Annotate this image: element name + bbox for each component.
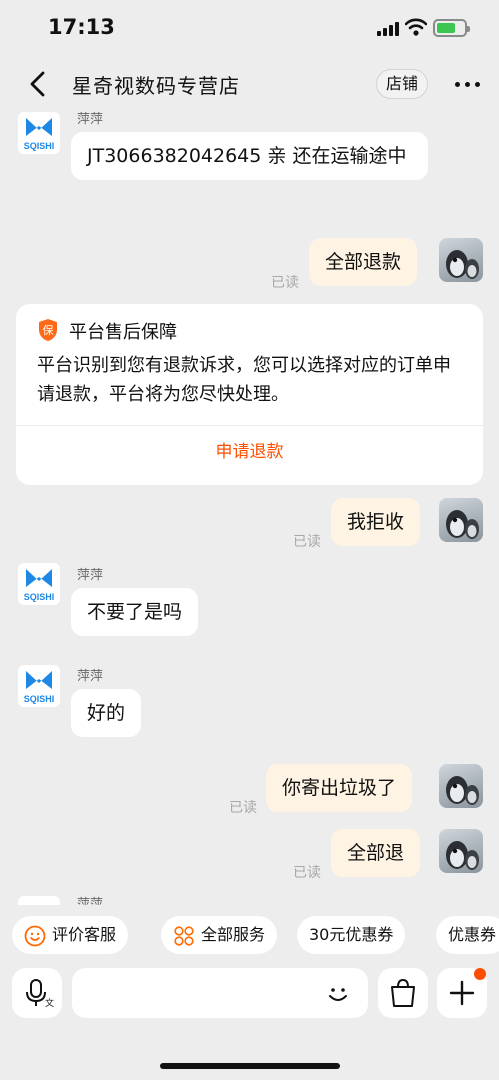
status-time: 17:13 [48, 15, 115, 39]
message-bubble[interactable]: 全部退 [331, 829, 421, 877]
message-bubble[interactable]: 不要了是吗 [71, 588, 199, 636]
message-bubble[interactable]: 你寄出垃圾了 [266, 764, 413, 812]
divider [16, 425, 483, 426]
message-bubble[interactable]: 全部退款 [309, 238, 418, 286]
smile-icon [24, 925, 46, 946]
microphone-icon: 文 [26, 979, 54, 1009]
penguin-avatar-icon [446, 776, 479, 805]
back-icon[interactable] [26, 70, 50, 98]
svg-text:SQISHI: SQISHI [24, 141, 55, 151]
shop-avatar[interactable] [18, 896, 60, 905]
sender-name: 萍萍 [77, 897, 104, 905]
svg-text:保: 保 [43, 323, 54, 337]
shop-avatar[interactable]: SQISHI [18, 665, 60, 707]
nav-bar: 星奇视数码专营店 店铺 [0, 56, 499, 112]
user-avatar[interactable] [439, 238, 483, 282]
card-body: 平台识别到您有退款诉求，您可以选择对应的订单申请退款，平台将为您尽快处理。 [37, 355, 451, 405]
user-avatar[interactable] [439, 829, 483, 873]
coupon-chip[interactable]: 优惠券 [436, 916, 499, 954]
message-bubble[interactable]: JT3066382042645 亲 还在运输途中 [71, 132, 428, 180]
sender-name: 萍萍 [77, 112, 104, 127]
notification-dot [474, 968, 486, 980]
voice-button[interactable]: 文 [12, 968, 62, 1018]
order-button[interactable] [378, 968, 428, 1018]
shop-logo-icon: SQISHI [24, 671, 55, 704]
services-icon [174, 925, 194, 946]
card-title: 平台售后保障 [69, 322, 177, 343]
chip-label: 全部服务 [201, 925, 266, 944]
penguin-avatar-icon [446, 510, 479, 539]
read-status: 已读 [229, 800, 257, 816]
shopping-bag-icon [391, 978, 415, 1007]
user-avatar[interactable] [439, 764, 483, 808]
emoji-icon[interactable] [324, 980, 352, 1008]
read-status: 已读 [293, 534, 321, 550]
sender-name: 萍萍 [77, 568, 104, 583]
shop-avatar[interactable]: SQISHI [18, 112, 60, 154]
shop-logo-icon: SQISHI [24, 569, 55, 602]
svg-text:SQISHI: SQISHI [24, 592, 55, 602]
message-bubble[interactable]: 我拒收 [331, 498, 421, 546]
all-services-chip[interactable]: 全部服务 [161, 916, 278, 954]
svg-text:SQISHI: SQISHI [24, 694, 55, 704]
chip-label: 评价客服 [52, 925, 117, 944]
svg-text:文: 文 [45, 997, 54, 1009]
penguin-avatar-icon [446, 841, 479, 870]
read-status: 已读 [293, 865, 321, 881]
wifi-icon [405, 18, 427, 36]
quick-actions-bar: 评价客服 全部服务 30元优惠券 优惠券 [0, 912, 499, 958]
rate-service-chip[interactable]: 评价客服 [12, 916, 129, 954]
after-sales-card: 保 平台售后保障 平台识别到您有退款诉求，您可以选择对应的订单申请退款，平台将为… [16, 304, 483, 485]
shield-icon: 保 [39, 319, 57, 341]
input-bar: 文 [0, 966, 499, 1020]
store-button[interactable]: 店铺 [376, 69, 429, 99]
more-icon[interactable] [455, 82, 480, 87]
battery-icon [433, 19, 470, 37]
home-indicator [160, 1063, 340, 1069]
shop-avatar[interactable]: SQISHI [18, 563, 60, 605]
user-avatar[interactable] [439, 498, 483, 542]
signal-icon [377, 20, 399, 36]
sender-name: 萍萍 [77, 669, 104, 684]
status-bar: 17:13 [0, 0, 499, 56]
page-title: 星奇视数码专营店 [72, 74, 240, 98]
chat-list[interactable]: SQISHI 萍萍 JT3066382042645 亲 还在运输途中 已读 全部… [0, 112, 499, 905]
message-bubble[interactable]: 好的 [71, 689, 142, 737]
read-status: 已读 [271, 275, 299, 291]
penguin-avatar-icon [446, 250, 479, 279]
shop-logo-icon: SQISHI [24, 118, 55, 151]
coupon-30-chip[interactable]: 30元优惠券 [297, 916, 406, 954]
apply-refund-button[interactable]: 申请退款 [16, 437, 483, 462]
